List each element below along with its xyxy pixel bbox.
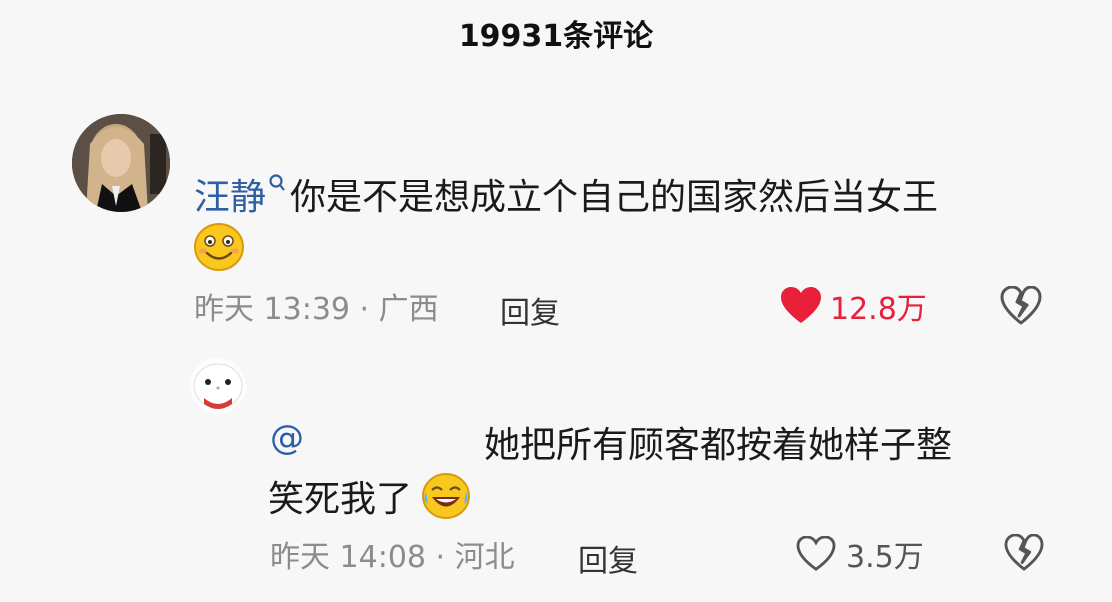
reply-text-line2: 笑死我了 xyxy=(268,479,413,520)
comment-count-title: 19931条评论 xyxy=(458,19,654,54)
laughing-crying-emoji-icon xyxy=(420,472,472,520)
like-button[interactable]: 12.8万 xyxy=(780,284,927,328)
reply-like-count: 3.5万 xyxy=(846,540,924,575)
reply-time-location: 昨天 14:08 · 河北 xyxy=(270,540,515,575)
reply-text-line1: 她把所有顾客都按着她样子整 xyxy=(484,425,953,466)
reply-button[interactable]: 回复 xyxy=(500,288,560,332)
reply-dislike-broken-heart-icon[interactable] xyxy=(1004,533,1044,576)
reply-reply-button[interactable]: 回复 xyxy=(578,536,638,580)
search-icon[interactable] xyxy=(268,173,286,198)
comment-text: 你是不是想成立个自己的国家然后当女王 xyxy=(290,177,939,218)
like-count: 12.8万 xyxy=(830,292,927,327)
dislike-broken-heart-icon[interactable] xyxy=(1000,285,1042,330)
reply-avatar[interactable] xyxy=(190,358,246,414)
heart-filled-icon xyxy=(780,287,822,325)
avatar[interactable] xyxy=(72,114,170,212)
comment-username[interactable]: 汪静 xyxy=(194,168,266,220)
comment-time-location: 昨天 13:39 · 广西 xyxy=(194,292,439,327)
mention-at[interactable]: @ xyxy=(270,418,304,458)
smiley-emoji-icon xyxy=(192,222,246,272)
heart-outline-icon xyxy=(796,536,836,572)
reply-like-button[interactable]: 3.5万 xyxy=(796,532,924,576)
